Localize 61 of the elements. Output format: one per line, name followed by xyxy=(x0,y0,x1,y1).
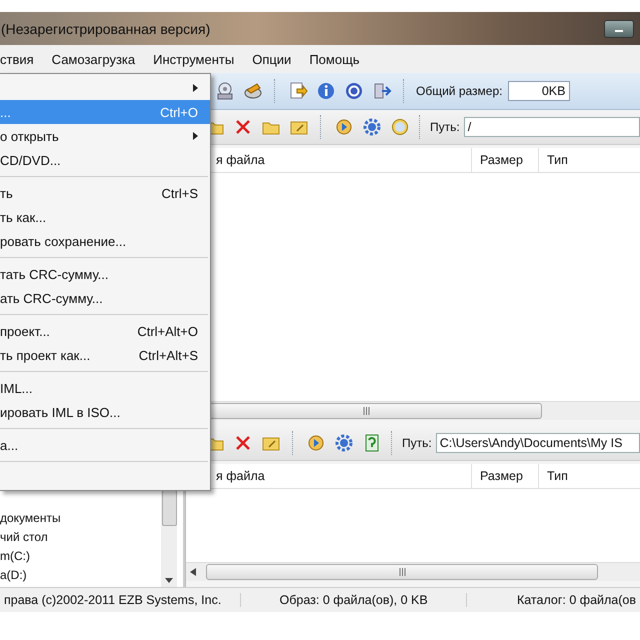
shortcut-text: Ctrl+O xyxy=(160,104,198,120)
shortcut-text: Ctrl+S xyxy=(162,186,198,200)
tree-item[interactable]: чий стол xyxy=(0,529,161,545)
menu-item[interactable]: ть проект как... Ctrl+Alt+S xyxy=(0,343,210,367)
menu-item[interactable]: ть Ctrl+S xyxy=(0,181,210,205)
menu-bar-item[interactable]: Инструменты xyxy=(153,52,234,66)
status-text: Образ: 0 файла(ов), 0 KB xyxy=(241,593,467,607)
column-header[interactable]: Тип xyxy=(538,148,605,172)
status-text: Каталог: 0 файла(ов xyxy=(516,593,637,607)
menu-item-label: CD/DVD... xyxy=(0,152,62,168)
path-label: Путь: xyxy=(402,436,432,450)
menu-item-label: о открыть xyxy=(0,128,60,144)
menu-item-label: ть проект как... xyxy=(0,348,92,362)
menu-bar-item[interactable]: ствия xyxy=(0,52,34,66)
menu-item-label: а... xyxy=(0,438,20,452)
menu-item-label: ть xyxy=(0,186,14,200)
info-icon[interactable] xyxy=(315,80,337,102)
status-text: права (c)2002-2011 EZB Systems, Inc. xyxy=(0,593,242,607)
gear-icon[interactable] xyxy=(333,432,355,454)
gear-icon[interactable] xyxy=(361,116,383,138)
menu-item[interactable]: проект... Ctrl+Alt+O xyxy=(0,319,210,343)
menu-item-label: ровать сохранение... xyxy=(0,234,128,248)
tree-item[interactable]: a(D:) xyxy=(0,567,161,583)
menu-item[interactable]: ировать IML в ISO... xyxy=(0,400,210,424)
tree-item[interactable]: m(C:) xyxy=(0,548,161,564)
shortcut-text: Ctrl+Alt+O xyxy=(137,324,198,338)
menu-item-label: ть как... xyxy=(0,210,48,224)
menu-item[interactable]: ать CRC-сумму... xyxy=(0,286,210,310)
menu-item-label: проект... xyxy=(0,324,51,338)
menu-item[interactable]: а... xyxy=(0,433,210,457)
shortcut-text: Ctrl+Alt+S xyxy=(138,348,198,362)
menu-bar-item[interactable]: Опции xyxy=(252,52,292,66)
grip-icon xyxy=(398,568,406,576)
tree-item[interactable]: документы xyxy=(0,510,161,526)
menu-item[interactable]: о открыть xyxy=(0,124,210,148)
menu-item-label: ать CRC-сумму... xyxy=(0,290,104,306)
scroll-down-arrow-icon[interactable] xyxy=(165,578,173,583)
menu-item[interactable]: тать CRC-сумму... xyxy=(0,262,210,286)
minimize-button[interactable] xyxy=(604,20,634,38)
menu-bar-item[interactable]: Самозагрузка xyxy=(52,52,136,66)
menu-item[interactable]: ть как... xyxy=(0,205,210,229)
scroll-left-arrow-icon[interactable] xyxy=(190,568,196,576)
column-header[interactable]: Тип xyxy=(538,464,605,488)
column-header[interactable]: Размер xyxy=(471,148,538,172)
path-label: Путь: xyxy=(430,120,460,134)
menu-item-label: IML... xyxy=(0,380,34,396)
menu-item[interactable]: IML... xyxy=(0,376,210,400)
menu-item[interactable]: CD/DVD... xyxy=(0,148,210,172)
total-size-label: Общий размер: xyxy=(416,84,502,98)
path-field[interactable]: C:\Users\Andy\Documents\My IS xyxy=(436,433,640,453)
menu-item-label: ировать IML в ISO... xyxy=(0,404,122,420)
menu-bar-item[interactable]: Помощь xyxy=(309,52,360,66)
total-size-field: 0KB xyxy=(508,81,570,101)
menu-item-label: ... xyxy=(0,104,12,120)
grip-icon xyxy=(362,407,370,415)
window-title: (Незарегистрированная версия) xyxy=(0,20,210,36)
path-field[interactable]: / xyxy=(464,117,640,137)
column-header[interactable]: Размер xyxy=(471,464,538,488)
horizontal-scrollbar[interactable] xyxy=(186,562,640,581)
menu-item-label: тать CRC-сумму... xyxy=(0,266,110,282)
menu-item[interactable]: ровать сохранение... xyxy=(0,229,210,253)
